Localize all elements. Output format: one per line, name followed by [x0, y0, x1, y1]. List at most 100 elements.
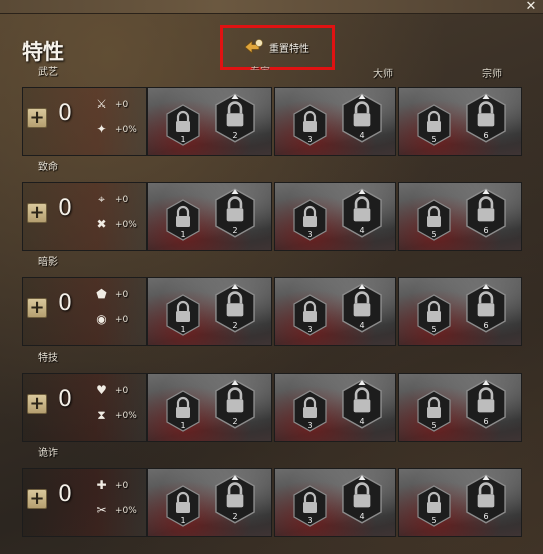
trait-slot-number: 5: [431, 230, 437, 239]
trait-slot-number: 6: [483, 512, 489, 521]
major-trait-slot[interactable]: 4: [340, 379, 384, 433]
minor-trait-slot[interactable]: 1: [165, 104, 201, 150]
tier-grandmaster-panel: 56: [398, 87, 522, 156]
plus-icon[interactable]: +: [27, 489, 47, 509]
trait-line-name: 暗影: [38, 257, 58, 268]
attribute-bonus: ⌖ +0: [94, 192, 128, 207]
minor-trait-slot[interactable]: 1: [165, 485, 201, 531]
attribute-bonus: ⬟ +0: [94, 287, 128, 302]
reset-traits-button[interactable]: 重置特性: [243, 38, 309, 56]
trait-slot-number: 2: [232, 226, 238, 235]
attribute-value: +0: [115, 194, 129, 205]
trait-slot-number: 5: [431, 516, 437, 525]
plus-icon[interactable]: +: [27, 394, 47, 414]
trait-line-name: 诡诈: [38, 448, 58, 459]
trait-slot-number: 4: [359, 512, 365, 521]
trait-slot-number: 6: [483, 417, 489, 426]
minor-trait-slot[interactable]: 3: [292, 104, 328, 150]
trait-line-row: +0 ⌖ +0 ✖ +0% 1 2 3 4 5 6: [22, 174, 522, 251]
trait-points-value: 0: [58, 196, 72, 221]
tier-master-panel: 34: [274, 468, 396, 537]
trait-points-value: 0: [58, 101, 72, 126]
trait-line-row: +0 ⬟ +0 ◉ +0 1 2 3 4 5 6: [22, 269, 522, 346]
trait-slot-number: 3: [307, 325, 313, 334]
trait-slot-number: 5: [431, 421, 437, 430]
attribute-value: +0%: [115, 505, 137, 516]
tier-adept-panel: 12: [147, 277, 272, 346]
trait-slot-number: 2: [232, 131, 238, 140]
minor-trait-slot[interactable]: 5: [416, 104, 452, 150]
attribute-value: +0%: [115, 124, 137, 135]
major-trait-slot[interactable]: 4: [340, 93, 384, 147]
major-trait-slot[interactable]: 4: [340, 474, 384, 528]
trait-slot-number: 2: [232, 512, 238, 521]
trait-slot-number: 2: [232, 321, 238, 330]
attribute-bonus: ⧗ +0%: [94, 408, 137, 423]
minor-trait-slot[interactable]: 3: [292, 294, 328, 340]
tier-adept-panel: 12: [147, 87, 272, 156]
trait-slot-number: 3: [307, 421, 313, 430]
minor-trait-slot[interactable]: 1: [165, 199, 201, 245]
trait-slot-number: 1: [180, 516, 186, 525]
trait-slot-number: 4: [359, 417, 365, 426]
trait-slot-number: 4: [359, 321, 365, 330]
minor-trait-slot[interactable]: 5: [416, 199, 452, 245]
attribute-bonus: ◉ +0: [94, 312, 128, 327]
plus-icon[interactable]: +: [27, 108, 47, 128]
attribute-bonus: ✦ +0%: [94, 122, 137, 137]
major-trait-slot[interactable]: 6: [464, 379, 508, 433]
minor-trait-slot[interactable]: 3: [292, 485, 328, 531]
close-icon[interactable]: ✕: [523, 0, 539, 14]
minor-trait-slot[interactable]: 1: [165, 390, 201, 436]
major-trait-slot[interactable]: 2: [213, 188, 257, 242]
minor-trait-slot[interactable]: 1: [165, 294, 201, 340]
major-trait-slot[interactable]: 4: [340, 283, 384, 337]
major-trait-slot[interactable]: 6: [464, 283, 508, 337]
trait-slot-number: 1: [180, 230, 186, 239]
major-trait-slot[interactable]: 6: [464, 188, 508, 242]
major-trait-slot[interactable]: 2: [213, 379, 257, 433]
attribute-bonus: ⚔ +0: [94, 97, 128, 112]
major-trait-slot[interactable]: 2: [213, 283, 257, 337]
page-title: 特性: [22, 40, 64, 64]
major-trait-slot[interactable]: 2: [213, 93, 257, 147]
reset-arrow-icon: [244, 39, 263, 54]
tier-master-panel: 34: [274, 182, 396, 251]
trait-slot-number: 5: [431, 325, 437, 334]
hourglass-icon: ⧗: [97, 408, 106, 422]
major-trait-slot[interactable]: 2: [213, 474, 257, 528]
plus-icon[interactable]: +: [27, 203, 47, 223]
trait-slot-number: 1: [180, 421, 186, 430]
minor-trait-slot[interactable]: 5: [416, 485, 452, 531]
minor-trait-slot[interactable]: 5: [416, 294, 452, 340]
tier-grandmaster-header: 宗师: [482, 69, 502, 80]
tier-adept-panel: 12: [147, 182, 272, 251]
trait-points-value: 0: [58, 291, 72, 316]
attribute-bonus: ✂ +0%: [94, 503, 137, 518]
trait-slot-number: 3: [307, 230, 313, 239]
attribute-bonus: ✖ +0%: [94, 217, 136, 232]
trait-slot-number: 6: [483, 321, 489, 330]
attribute-value: +0: [115, 385, 129, 396]
minor-trait-slot[interactable]: 5: [416, 390, 452, 436]
major-trait-slot[interactable]: 6: [464, 474, 508, 528]
trait-slot-number: 5: [431, 135, 437, 144]
tier-grandmaster-panel: 56: [398, 468, 522, 537]
trait-slot-number: 2: [232, 417, 238, 426]
minor-trait-slot[interactable]: 3: [292, 390, 328, 436]
minor-trait-slot[interactable]: 3: [292, 199, 328, 245]
attribute-bonus: ♥ +0: [94, 383, 128, 398]
attribute-bonus: ✚ +0: [94, 478, 128, 493]
tier-master-panel: 34: [274, 277, 396, 346]
boon-duration-icon: ◉: [96, 312, 107, 326]
trait-line-name: 武艺: [38, 67, 58, 78]
trait-line-row: +0 ♥ +0 ⧗ +0% 1 2 3 4 5 6: [22, 365, 522, 442]
major-trait-slot[interactable]: 4: [340, 188, 384, 242]
crosshair-icon: ⌖: [98, 192, 105, 206]
condition-damage-icon: ✖: [96, 217, 107, 231]
trait-line-name: 致命: [38, 162, 58, 173]
major-trait-slot[interactable]: 6: [464, 93, 508, 147]
trait-slot-number: 6: [483, 226, 489, 235]
plus-icon[interactable]: +: [27, 298, 47, 318]
attribute-value: +0: [115, 480, 129, 491]
